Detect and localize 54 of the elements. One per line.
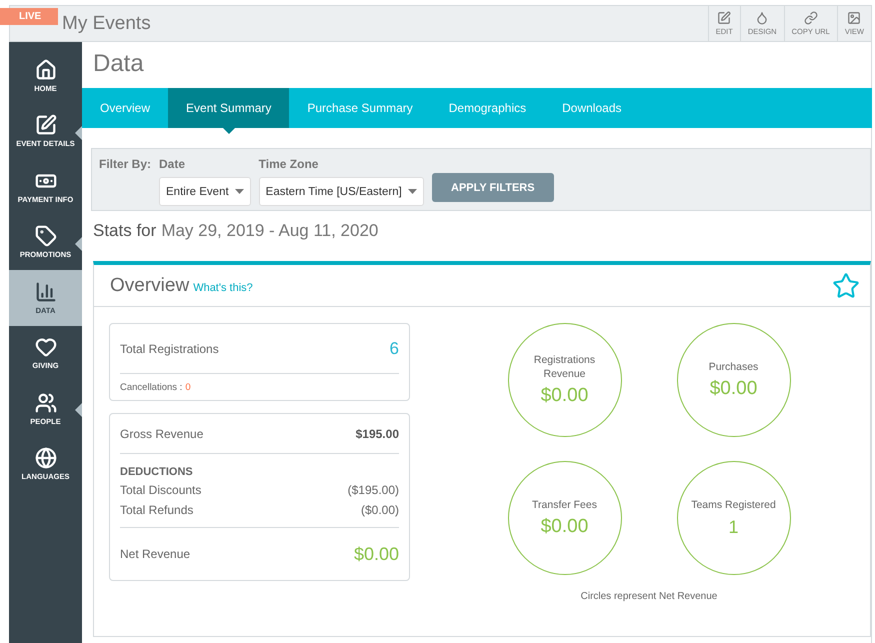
circle-value: 1 (728, 516, 738, 538)
field-label: Time Zone (258, 157, 320, 171)
tag-icon (34, 225, 56, 248)
field-label: Date (159, 157, 186, 171)
home-icon (34, 58, 56, 81)
heart-icon (34, 336, 56, 358)
net-revenue-value: $0.00 (354, 544, 399, 564)
deduction-value: ($0.00) (360, 503, 399, 517)
circle-value: $0.00 (710, 378, 758, 400)
apply-filters-button[interactable]: APPLY FILTERS (432, 173, 554, 202)
circle-label: Purchases (708, 360, 760, 374)
cancellations-label: Cancellations : (120, 382, 182, 392)
link-icon (804, 11, 818, 25)
caret-icon (234, 189, 244, 194)
star-icon[interactable] (832, 272, 860, 300)
drop-icon (755, 11, 770, 25)
registrations-label: Total Registrations (120, 342, 219, 356)
tab[interactable]: Overview (82, 88, 168, 128)
circle-label: Registrations Revenue (532, 352, 596, 382)
bar-chart-icon (34, 280, 56, 303)
footnote: Circles represent Net Revenue (580, 591, 718, 602)
stats-label: Stats for (93, 221, 156, 241)
dropdown[interactable]: Eastern Time [US/Eastern] (258, 177, 424, 206)
circle-label: Transfer Fees (531, 498, 598, 512)
gross-revenue-value: $195.00 (356, 426, 399, 440)
circle-value: $0.00 (540, 385, 588, 408)
tab[interactable]: Purchase Summary (289, 88, 431, 128)
app-title: My Events (62, 12, 152, 34)
pencil-icon (34, 114, 56, 136)
pencil-icon (717, 11, 732, 25)
tab-pointer-icon (222, 128, 235, 134)
registrations-value: 6 (390, 338, 399, 358)
dropdown[interactable]: Entire Event (159, 177, 251, 206)
tab[interactable]: Demographics (430, 88, 544, 128)
live-badge: LIVE (0, 8, 58, 25)
cancellations-value: 0 (185, 382, 191, 392)
caret-icon (408, 189, 417, 194)
gross-revenue-label: Gross Revenue (120, 426, 204, 440)
globe-icon (34, 447, 56, 470)
tab[interactable]: Downloads (544, 88, 640, 128)
deduction-label: Total Refunds (120, 503, 194, 517)
deduction-value: ($195.00) (348, 483, 399, 497)
circle-value: $0.00 (540, 516, 588, 538)
card-title: Overview (110, 274, 190, 296)
net-revenue-label: Net Revenue (120, 547, 190, 561)
deduction-label: Total Discounts (120, 483, 202, 497)
people-icon (34, 392, 56, 414)
circle-label: Teams Registered (690, 498, 777, 513)
help-link[interactable]: What's this? (193, 282, 832, 294)
page-title: Data (92, 49, 145, 79)
image-icon (847, 11, 862, 25)
deductions-heading: DEDUCTIONS (120, 466, 194, 478)
date-range: May 29, 2019 - Aug 11, 2020 (161, 221, 378, 241)
filter-label: Filter By: (99, 157, 152, 171)
